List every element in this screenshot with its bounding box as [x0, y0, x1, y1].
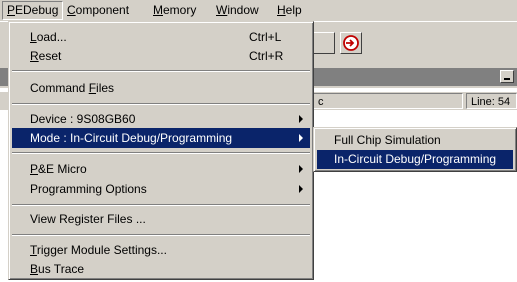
menu-item-programming-options[interactable]: Programming Options: [12, 179, 310, 199]
menu-item-device[interactable]: Device : 9S08GB60: [12, 109, 310, 129]
menu-item-load[interactable]: Load... Ctrl+L: [12, 27, 310, 47]
menu-component[interactable]: Component: [62, 2, 134, 19]
menu-item-bus-trace[interactable]: Bus Trace: [12, 259, 310, 279]
menu-window[interactable]: Window: [211, 2, 264, 19]
menu-item-view-register-files[interactable]: View Register Files ...: [12, 209, 310, 229]
submenu-arrow-icon: [299, 185, 303, 193]
menu-help[interactable]: Help: [272, 2, 307, 19]
line-number-field: Line: 54: [466, 93, 517, 109]
menu-item-pe-micro[interactable]: P&E Micro: [12, 159, 310, 179]
source-file-field: c: [313, 93, 463, 109]
pedebug-menu: Load... Ctrl+L Reset Ctrl+R Command File…: [8, 21, 314, 280]
menu-separator: [12, 70, 310, 72]
submenu-arrow-icon: [299, 134, 303, 142]
toolbar-button-exit[interactable]: [340, 32, 362, 54]
menu-memory[interactable]: Memory: [148, 2, 201, 19]
menu-item-trigger-module-settings[interactable]: Trigger Module Settings...: [12, 240, 310, 260]
menu-item-mode[interactable]: Mode : In-Circuit Debug/Programming: [12, 128, 310, 148]
mode-submenu: Full Chip Simulation In-Circuit Debug/Pr…: [313, 127, 517, 172]
menu-separator: [12, 234, 310, 236]
submenu-item-in-circuit-debug[interactable]: In-Circuit Debug/Programming: [317, 150, 513, 169]
exit-icon: [343, 35, 359, 51]
submenu-arrow-icon: [299, 165, 303, 173]
reset-shortcut: Ctrl+R: [249, 49, 284, 63]
menu-bar: PEDebug Component Memory Window Help: [0, 0, 517, 22]
menu-pedebug[interactable]: PEDebug: [2, 1, 64, 20]
menu-separator: [12, 152, 310, 154]
load-shortcut: Ctrl+L: [249, 30, 282, 44]
menu-separator: [12, 204, 310, 206]
submenu-item-full-chip-simulation[interactable]: Full Chip Simulation: [317, 131, 513, 150]
minimize-icon[interactable]: [500, 70, 514, 83]
menu-item-reset[interactable]: Reset Ctrl+R: [12, 46, 310, 66]
menu-item-command-files[interactable]: Command Files: [12, 78, 310, 98]
toolbar-button[interactable]: [313, 32, 335, 54]
submenu-arrow-icon: [299, 115, 303, 123]
menu-separator: [12, 103, 310, 105]
